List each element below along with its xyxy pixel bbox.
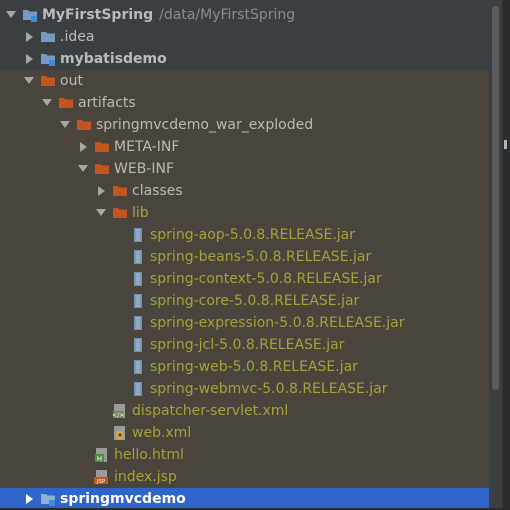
expand-arrow-icon[interactable]	[22, 74, 36, 88]
tree-node-idea[interactable]: .idea	[0, 26, 489, 48]
jar-icon	[130, 271, 146, 287]
excluded-folder-icon	[112, 205, 128, 221]
tree-node-label: spring-beans-5.0.8.RELEASE.jar	[150, 249, 372, 265]
tree-node-label: META-INF	[114, 139, 180, 155]
expand-arrow-icon[interactable]	[4, 8, 18, 22]
module-folder-icon	[40, 51, 56, 67]
tree-node-label: classes	[132, 183, 183, 199]
tree-node-out[interactable]: out	[0, 70, 489, 92]
collapse-arrow-icon[interactable]	[22, 52, 36, 66]
expand-arrow-icon[interactable]	[58, 118, 72, 132]
excluded-folder-icon	[94, 161, 110, 177]
jar-icon	[130, 337, 146, 353]
tree-node-springmvcdemo[interactable]: springmvcdemo	[0, 488, 489, 510]
module-folder-icon	[40, 491, 56, 507]
jar-icon	[130, 315, 146, 331]
jar-icon	[130, 293, 146, 309]
tree-node-jar[interactable]: spring-webmvc-5.0.8.RELEASE.jar	[0, 378, 489, 400]
module-folder-icon	[22, 7, 38, 23]
html-icon-text: H	[97, 455, 102, 463]
project-tree: MyFirstSpring /data/MyFirstSpring .idea …	[0, 0, 489, 510]
tree-node-artifacts[interactable]: artifacts	[0, 92, 489, 114]
tree-node-label: springmvcdemo_war_exploded	[96, 117, 314, 133]
tree-node-label: index.jsp	[114, 469, 177, 485]
collapse-arrow-icon[interactable]	[22, 30, 36, 44]
tree-node-label: spring-webmvc-5.0.8.RELEASE.jar	[150, 381, 388, 397]
tree-node-myfirstspring[interactable]: MyFirstSpring /data/MyFirstSpring	[0, 4, 489, 26]
spring-xml-icon: </>	[112, 403, 128, 419]
tree-node-jar[interactable]: spring-jcl-5.0.8.RELEASE.jar	[0, 334, 489, 356]
tree-node-mybatisdemo[interactable]: mybatisdemo	[0, 48, 489, 70]
excluded-folder-icon	[58, 95, 74, 111]
tree-node-dispatcher-servlet-xml[interactable]: </> dispatcher-servlet.xml	[0, 400, 489, 422]
tree-node-label: hello.html	[114, 447, 184, 463]
xml-icon-text: </>	[112, 412, 124, 419]
collapse-arrow-icon[interactable]	[22, 492, 36, 506]
tree-node-label: MyFirstSpring	[42, 7, 154, 23]
jar-icon	[130, 227, 146, 243]
collapse-arrow-icon[interactable]	[94, 184, 108, 198]
tree-node-label: WEB-INF	[114, 161, 174, 177]
tree-node-jar[interactable]: spring-context-5.0.8.RELEASE.jar	[0, 268, 489, 290]
expand-arrow-icon[interactable]	[76, 162, 90, 176]
tree-node-label: spring-core-5.0.8.RELEASE.jar	[150, 293, 360, 309]
tree-node-label: spring-jcl-5.0.8.RELEASE.jar	[150, 337, 345, 353]
tree-node-jar[interactable]: spring-web-5.0.8.RELEASE.jar	[0, 356, 489, 378]
excluded-folder-icon	[94, 139, 110, 155]
expand-arrow-icon[interactable]	[94, 206, 108, 220]
tree-node-hello-html[interactable]: H hello.html	[0, 444, 489, 466]
scrollbar-thumb[interactable]	[492, 6, 499, 390]
tree-node-classes[interactable]: classes	[0, 180, 489, 202]
folder-icon	[40, 29, 56, 45]
tree-node-web-inf[interactable]: WEB-INF	[0, 158, 489, 180]
tree-node-jar[interactable]: spring-beans-5.0.8.RELEASE.jar	[0, 246, 489, 268]
tree-node-index-jsp[interactable]: JSP index.jsp	[0, 466, 489, 488]
expand-arrow-icon[interactable]	[40, 96, 54, 110]
tree-node-label: artifacts	[78, 95, 136, 111]
html-file-icon: H	[94, 447, 110, 463]
tree-node-label: web.xml	[132, 425, 192, 441]
excluded-folder-icon	[40, 73, 56, 89]
tree-node-lib[interactable]: lib	[0, 202, 489, 224]
tree-node-label: mybatisdemo	[60, 51, 167, 67]
tree-node-label: spring-aop-5.0.8.RELEASE.jar	[150, 227, 355, 243]
tree-node-jar[interactable]: spring-core-5.0.8.RELEASE.jar	[0, 290, 489, 312]
tree-node-web-xml[interactable]: web.xml	[0, 422, 489, 444]
tree-node-label: spring-web-5.0.8.RELEASE.jar	[150, 359, 358, 375]
jar-icon	[130, 249, 146, 265]
tree-node-label: .idea	[60, 29, 95, 45]
tree-node-label: spring-expression-5.0.8.RELEASE.jar	[150, 315, 405, 331]
tree-node-label: dispatcher-servlet.xml	[132, 403, 289, 419]
jar-icon	[130, 359, 146, 375]
collapse-arrow-icon[interactable]	[76, 140, 90, 154]
web-xml-icon	[112, 425, 128, 441]
tree-node-jar[interactable]: spring-aop-5.0.8.RELEASE.jar	[0, 224, 489, 246]
project-path: /data/MyFirstSpring	[159, 7, 296, 23]
jsp-icon-text: JSP	[96, 479, 106, 485]
tree-node-label: springmvcdemo	[60, 491, 186, 507]
jsp-file-icon: JSP	[94, 469, 110, 485]
editor-pane-edge	[502, 0, 510, 510]
jar-icon	[130, 381, 146, 397]
tree-node-label: out	[60, 73, 83, 89]
editor-text-fragment	[504, 140, 507, 149]
tree-node-meta-inf[interactable]: META-INF	[0, 136, 489, 158]
excluded-folder-icon	[76, 117, 92, 133]
excluded-folder-icon	[112, 183, 128, 199]
tree-node-label: lib	[132, 205, 149, 221]
tree-node-jar[interactable]: spring-expression-5.0.8.RELEASE.jar	[0, 312, 489, 334]
tree-node-springmvcdemo-war-exploded[interactable]: springmvcdemo_war_exploded	[0, 114, 489, 136]
tree-node-label: spring-context-5.0.8.RELEASE.jar	[150, 271, 382, 287]
